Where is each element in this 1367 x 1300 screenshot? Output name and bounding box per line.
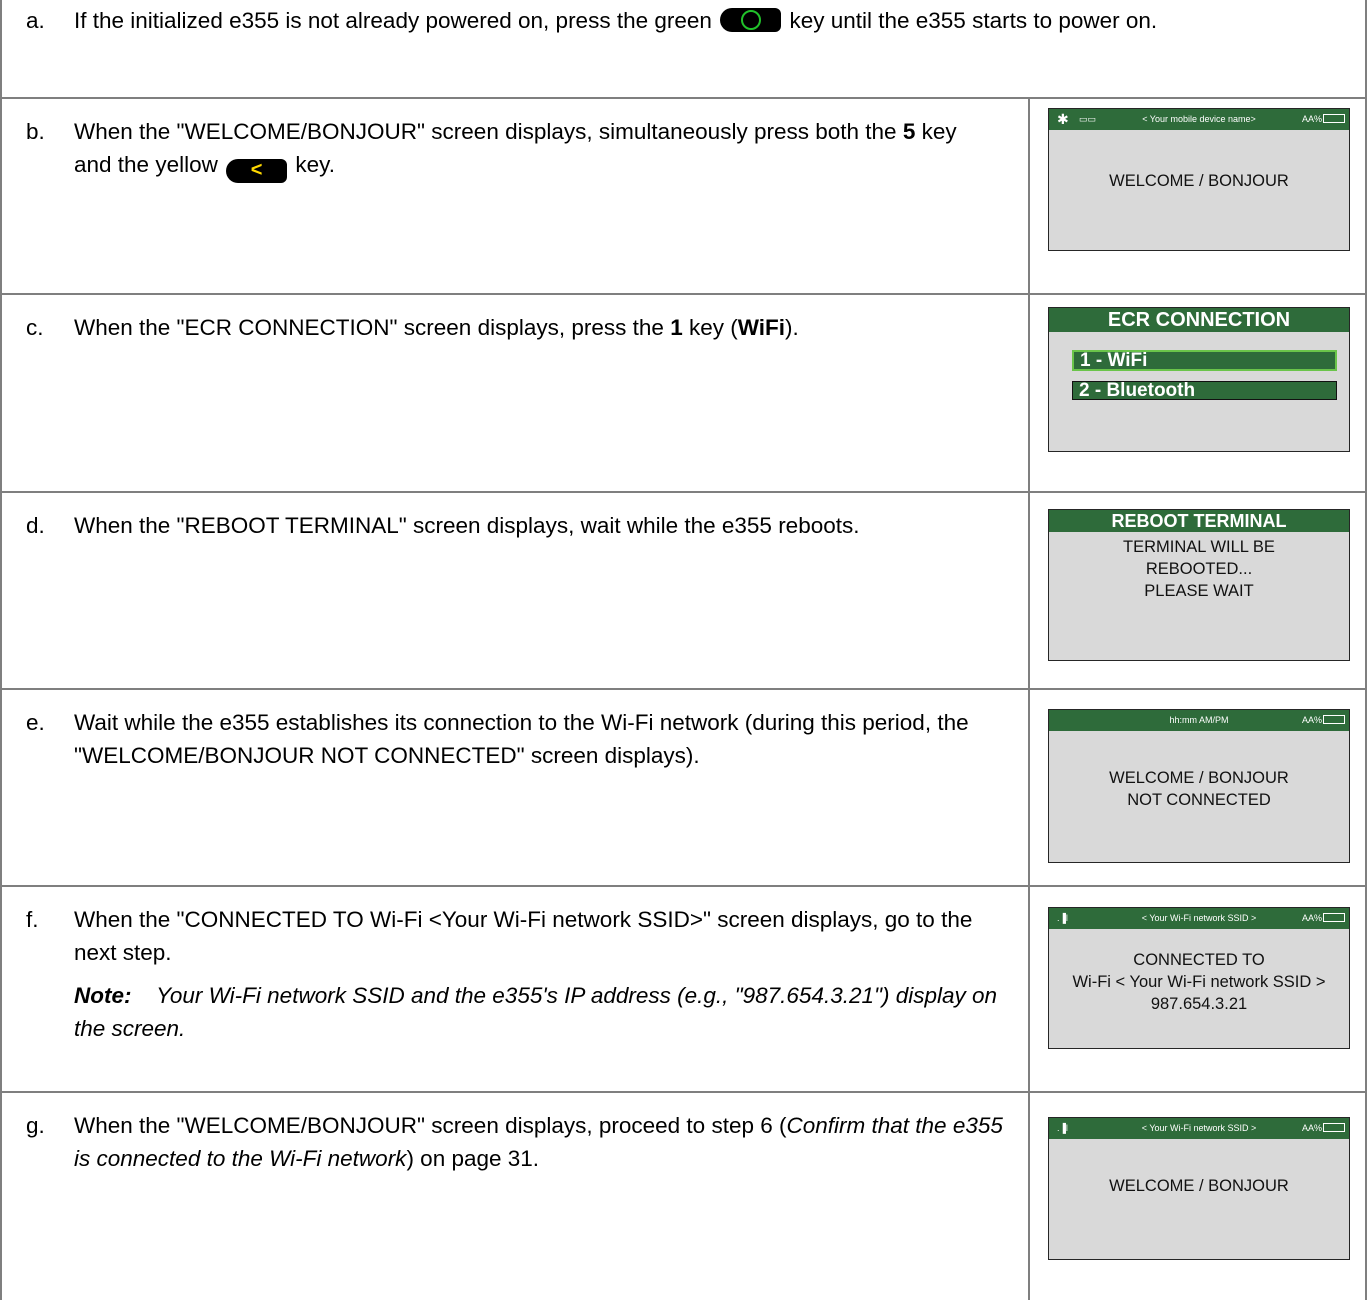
step-text: key (: [688, 315, 738, 340]
column-divider: [1028, 690, 1030, 885]
status-bar: .▐l < Your Wi-Fi network SSID > AA%: [1049, 908, 1349, 929]
battery-percent: AA%: [1301, 1123, 1322, 1133]
step-text: When the "REBOOT TERMINAL" screen displa…: [74, 513, 860, 538]
step-row-c: c. When the "ECR CONNECTION" screen disp…: [0, 293, 1367, 491]
battery-icon: [1323, 1123, 1345, 1132]
terminal-screen: .▐l < Your Wi-Fi network SSID > AA% WELC…: [1048, 1117, 1350, 1260]
step-row-e: e. Wait while the e355 establishes its c…: [0, 688, 1367, 885]
yellow-back-key-icon: <: [226, 159, 288, 183]
screen-line: WELCOME / BONJOUR: [1109, 1177, 1289, 1195]
step-letter: d.: [26, 513, 45, 538]
note: Note: Your Wi-Fi network SSID and the e3…: [74, 979, 1009, 1045]
step-text: key.: [295, 152, 335, 177]
step-letter: e.: [26, 710, 45, 735]
option-wifi: 1 - WiFi: [1072, 350, 1337, 371]
step-row-g: g. When the "WELCOME/BONJOUR" screen dis…: [0, 1091, 1367, 1300]
step-letter: a.: [26, 8, 45, 33]
column-divider: [1028, 295, 1030, 491]
screen-line: PLEASE WAIT: [1144, 582, 1254, 600]
option-bluetooth: 2 - Bluetooth: [1072, 381, 1337, 400]
wifi-label: WiFi: [737, 315, 786, 340]
battery-percent: AA%: [1301, 715, 1322, 725]
step-text: When the "WELCOME/BONJOUR" screen displa…: [74, 1113, 787, 1138]
note-text: Your Wi-Fi network SSID and the e355's I…: [74, 983, 998, 1041]
key-number: 5: [902, 119, 916, 144]
step-letter: c.: [26, 315, 44, 340]
step-letter: b.: [26, 119, 45, 144]
step-text: When the "ECR CONNECTION" screen display…: [74, 315, 664, 340]
column-divider: [1028, 1093, 1030, 1300]
screen-title: ECR CONNECTION: [1049, 308, 1349, 332]
battery-icon: [1323, 114, 1345, 123]
screen-line: 987.654.3.21: [1150, 995, 1248, 1013]
screen-line: REBOOTED...: [1145, 560, 1253, 578]
screen-line: WELCOME / BONJOUR: [1109, 769, 1289, 787]
step-text: Wait while the e355 establishes its conn…: [74, 710, 969, 768]
column-divider: [1028, 887, 1030, 1091]
screen-line: Wi-Fi < Your Wi-Fi network SSID >: [1072, 973, 1326, 991]
step-row-d: d. When the "REBOOT TERMINAL" screen dis…: [0, 491, 1367, 688]
step-row-f: f. When the "CONNECTED TO Wi-Fi <Your Wi…: [0, 885, 1367, 1091]
status-bar: hh:mm AM/PM AA%: [1049, 710, 1349, 731]
green-power-key-icon: [720, 8, 782, 32]
step-text: ).: [785, 315, 799, 340]
screen-line: TERMINAL WILL BE: [1123, 538, 1275, 556]
terminal-screen: ECR CONNECTION 1 - WiFi 2 - Bluetooth: [1048, 307, 1350, 452]
screen-line: NOT CONNECTED: [1127, 791, 1271, 809]
step-letter: f.: [26, 907, 39, 932]
step-text: When the "WELCOME/BONJOUR" screen displa…: [74, 119, 897, 144]
step-text: When the "CONNECTED TO Wi-Fi <Your Wi-Fi…: [74, 907, 973, 965]
status-bar: .▐l < Your Wi-Fi network SSID > AA%: [1049, 1118, 1349, 1139]
terminal-screen: hh:mm AM/PM AA% WELCOME / BONJOUR NOT CO…: [1048, 709, 1350, 863]
column-divider: [1028, 99, 1030, 293]
step-row-b: b. When the "WELCOME/BONJOUR" screen dis…: [0, 97, 1367, 293]
step-letter: g.: [26, 1113, 45, 1138]
note-label: Note:: [74, 983, 132, 1008]
key-number: 1: [670, 315, 683, 340]
screen-title: REBOOT TERMINAL: [1049, 510, 1349, 532]
terminal-screen: REBOOT TERMINAL TERMINAL WILL BE REBOOTE…: [1048, 509, 1350, 661]
battery-percent: AA%: [1301, 913, 1322, 923]
status-bar: ✱ ▭▭ < Your mobile device name> AA%: [1049, 109, 1349, 130]
screen-line: WELCOME / BONJOUR: [1109, 172, 1289, 190]
battery-icon: [1323, 913, 1345, 922]
step-text: key until the e355 starts to power on.: [789, 8, 1158, 33]
step-text: If the initialized e355 is not already p…: [74, 8, 712, 33]
terminal-screen: .▐l < Your Wi-Fi network SSID > AA% CONN…: [1048, 907, 1350, 1049]
terminal-screen: ✱ ▭▭ < Your mobile device name> AA% WELC…: [1048, 108, 1350, 251]
step-row-a: a. If the initialized e355 is not alread…: [0, 0, 1367, 97]
screen-line: CONNECTED TO: [1133, 951, 1265, 969]
step-text: ) on page 31.: [406, 1146, 540, 1171]
battery-percent: AA%: [1301, 114, 1322, 124]
battery-icon: [1323, 715, 1345, 724]
